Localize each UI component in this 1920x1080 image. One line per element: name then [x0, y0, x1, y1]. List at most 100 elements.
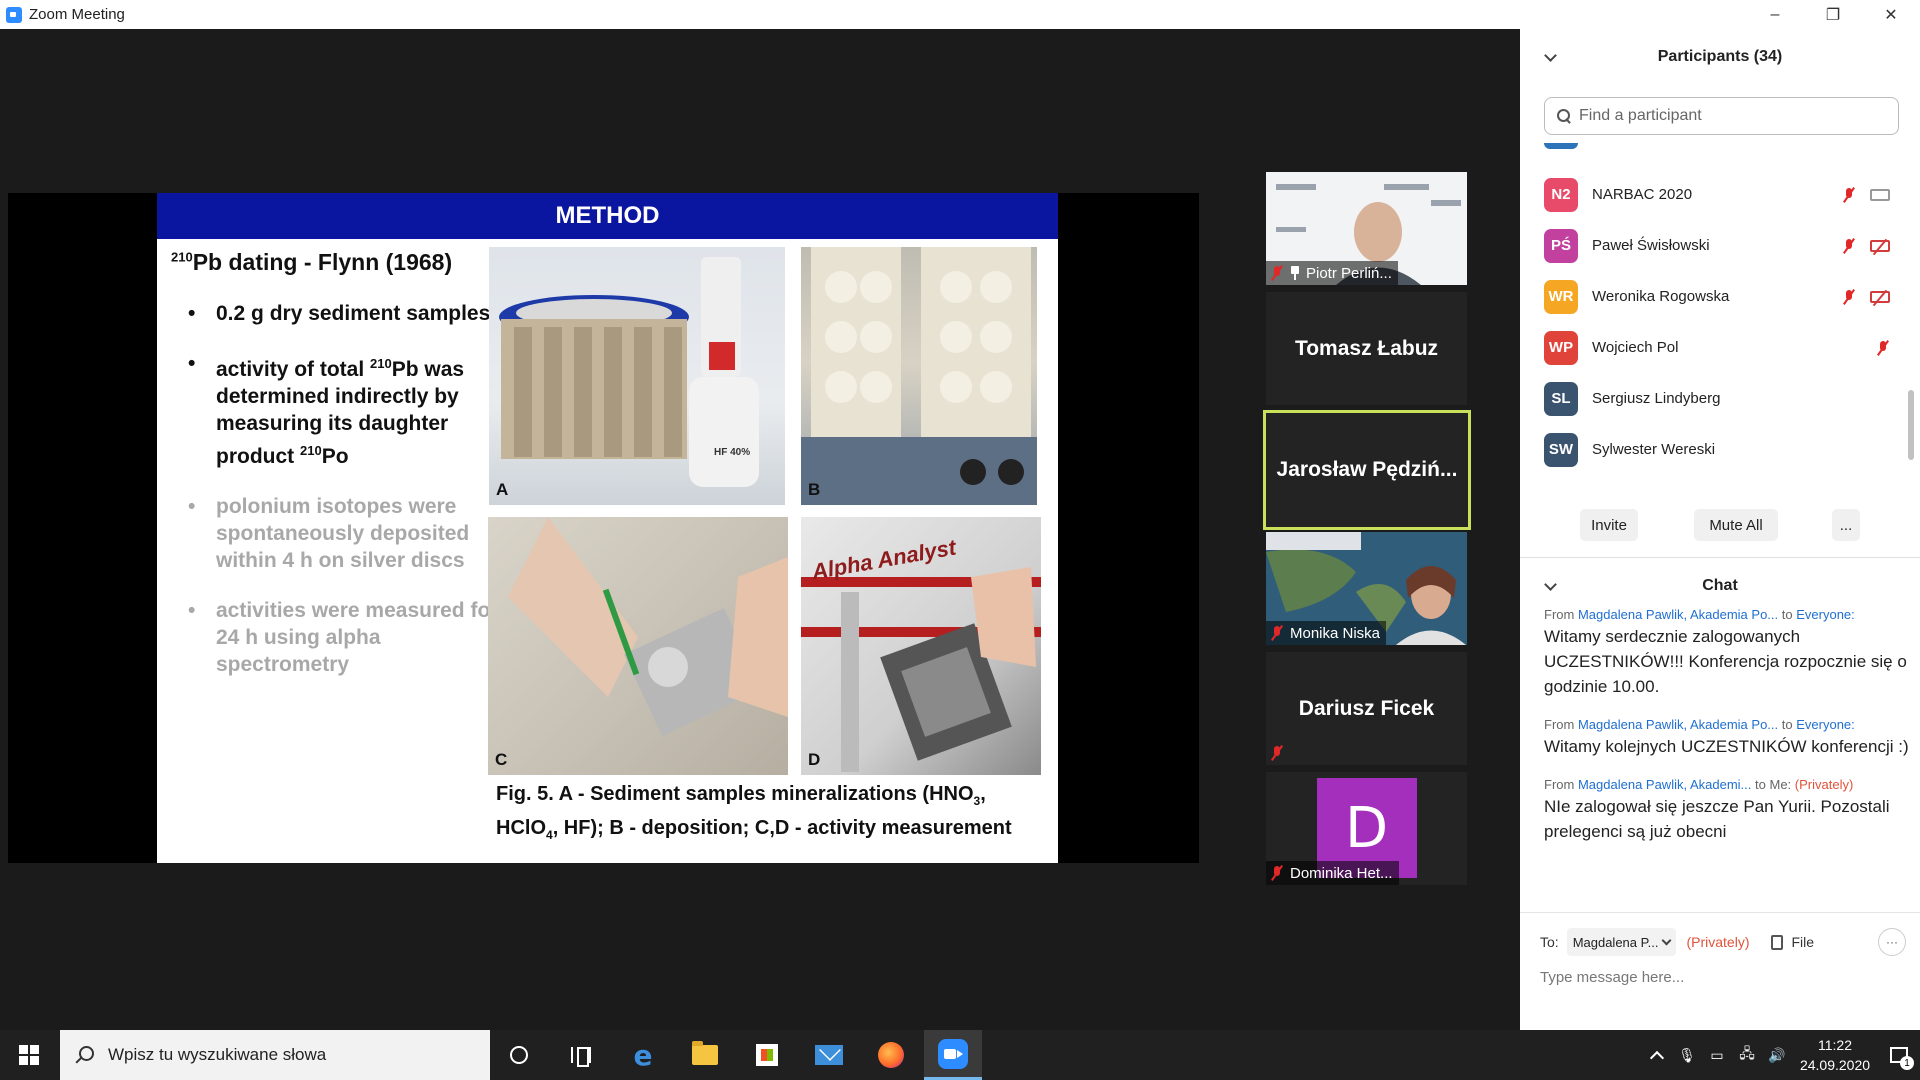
message-meta: From Magdalena Pawlik, Akademi... to Me:… [1544, 777, 1854, 792]
chat-messages: From Magdalena Pawlik, Akademia Po... to… [1544, 589, 1914, 844]
participant-name: Sergiusz Lindyberg [1592, 390, 1721, 407]
mute-all-button[interactable]: Mute All [1694, 509, 1778, 541]
participant-row[interactable]: N2 NARBAC 2020 [1520, 169, 1920, 220]
participant-search[interactable] [1544, 97, 1899, 135]
file-button[interactable]: File [1771, 934, 1814, 950]
mail-button[interactable] [800, 1030, 858, 1080]
participant-name: NARBAC 2020 [1592, 186, 1693, 203]
window-title: Zoom Meeting [29, 6, 125, 23]
video-off-icon[interactable] [1870, 290, 1890, 303]
bullet-item: activity of total 210Pb was determined i… [171, 350, 511, 470]
invite-button[interactable]: Invite [1580, 509, 1638, 541]
message-meta: From Magdalena Pawlik, Akademia Po... to… [1544, 607, 1855, 622]
title-bar: Zoom Meeting – ❐ ✕ [0, 0, 1920, 29]
taskbar-search-input[interactable] [108, 1045, 468, 1065]
chat-compose-bar: To: Magdalena P... (Privately) File ··· [1520, 924, 1920, 960]
microphone-tray-icon[interactable]: 🎙 [1672, 1030, 1702, 1080]
file-explorer-button[interactable] [676, 1030, 734, 1080]
folder-icon [692, 1041, 718, 1065]
bullet-item: activities were measured for 24 h using … [171, 597, 511, 678]
chevron-up-icon [1649, 1050, 1665, 1066]
clock-date: 24.09.2020 [1799, 1057, 1871, 1073]
chat-message-input[interactable] [1540, 969, 1900, 986]
volume-icon[interactable]: 🔊 [1762, 1030, 1792, 1080]
zoom-icon [938, 1038, 968, 1069]
participant-name: Dariusz Ficek [1298, 696, 1435, 720]
participant-name-tag: Dominika Het... [1266, 861, 1399, 885]
video-tile[interactable]: D Dominika Het... [1266, 772, 1467, 885]
participant-avatar: WP [1544, 330, 1578, 365]
action-center-button[interactable]: 1 [1878, 1030, 1920, 1080]
network-icon[interactable]: 🖧 [1732, 1030, 1762, 1080]
recipient-select[interactable]: Magdalena P... [1566, 928, 1677, 956]
mic-muted-icon [1270, 865, 1284, 881]
bullet-item: polonium isotopes were spontaneously dep… [171, 493, 511, 574]
photo-d: Alpha Analyst D [801, 517, 1041, 775]
taskbar-clock[interactable]: 11:22 24.09.2020 [1792, 1035, 1878, 1075]
video-camera-icon[interactable] [1870, 188, 1890, 201]
participant-row[interactable]: WR Weronika Rogowska [1520, 271, 1920, 322]
windows-taskbar: e 🎙 ▭ 🖧 🔊 11:22 24.09.2020 1 [0, 1030, 1920, 1080]
mic-muted-icon [1270, 625, 1284, 641]
show-hidden-icons-button[interactable] [1642, 1030, 1672, 1080]
video-tile[interactable]: Monika Niska [1266, 532, 1467, 645]
mail-icon [815, 1045, 843, 1065]
minimize-button[interactable]: – [1746, 0, 1804, 29]
participant-list: N2 NARBAC 2020 PŚ Paweł Świsłowski WR We… [1520, 169, 1920, 475]
search-icon [76, 1046, 94, 1064]
mic-muted-icon[interactable] [1842, 187, 1856, 203]
participant-row[interactable]: SW Sylwester Wereski [1520, 424, 1920, 475]
close-button[interactable]: ✕ [1862, 0, 1920, 29]
battery-icon[interactable]: ▭ [1702, 1030, 1732, 1080]
photo-label: D [808, 750, 821, 769]
participant-row[interactable]: WP Wojciech Pol [1520, 322, 1920, 373]
participant-name: Paweł Świsłowski [1592, 237, 1710, 254]
participant-row[interactable]: SL Sergiusz Lindyberg [1520, 373, 1920, 424]
store-button[interactable] [738, 1030, 796, 1080]
participants-title: Participants (34) [1657, 48, 1783, 65]
zoom-window: Zoom Meeting – ❐ ✕ METHOD 210Pb dating -… [0, 0, 1920, 1080]
file-icon [1771, 934, 1784, 950]
message-body: Witamy serdecznie zalogowanych UCZESTNIK… [1544, 627, 1907, 696]
photo-a: HF 40% A [489, 247, 785, 505]
participant-name: Tomasz Łabuz [1294, 336, 1439, 360]
participant-avatar: PŚ [1544, 228, 1578, 263]
photo-label: A [496, 480, 509, 499]
video-tile[interactable]: Dariusz Ficek [1266, 652, 1467, 765]
maximize-button[interactable]: ❐ [1804, 0, 1862, 29]
right-sidebar: Participants (34) N2 NARBAC 2020 PŚ Pawe… [1520, 29, 1920, 1030]
participant-avatar: SW [1544, 432, 1578, 467]
zoom-app-icon [6, 6, 22, 23]
presentation-slide: METHOD 210Pb dating - Flynn (1968) 0.2 g… [157, 193, 1058, 863]
video-tile[interactable]: Piotr Perliń... [1266, 172, 1467, 285]
participant-row[interactable]: PŚ Paweł Świsłowski [1520, 220, 1920, 271]
participants-scrollbar[interactable] [1908, 390, 1914, 460]
participant-name-tag: Piotr Perliń... [1266, 261, 1398, 285]
participant-search-input[interactable] [1579, 107, 1879, 125]
mic-muted-icon[interactable] [1876, 340, 1890, 356]
chevron-down-icon[interactable] [1544, 49, 1557, 62]
slide-subtitle: 210Pb dating - Flynn (1968) [171, 249, 453, 275]
mic-muted-icon [1270, 745, 1284, 761]
firefox-button[interactable] [862, 1030, 920, 1080]
video-off-icon[interactable] [1870, 239, 1890, 252]
video-tile[interactable]: Tomasz Łabuz [1266, 292, 1467, 405]
zoom-taskbar-button[interactable] [924, 1030, 982, 1080]
task-view-button[interactable] [552, 1030, 610, 1080]
chat-more-button[interactable]: ··· [1878, 928, 1906, 956]
video-tile-active-speaker[interactable]: Jarosław Pędziń... [1263, 410, 1471, 530]
taskbar-search[interactable] [60, 1030, 490, 1080]
slide-bullets: 0.2 g dry sediment samples activity of t… [171, 300, 511, 678]
more-options-button[interactable]: ... [1832, 509, 1860, 541]
shared-screen[interactable]: METHOD 210Pb dating - Flynn (1968) 0.2 g… [8, 193, 1199, 863]
start-button[interactable] [0, 1030, 58, 1080]
mic-muted-icon[interactable] [1842, 289, 1856, 305]
clock-time: 11:22 [1818, 1037, 1852, 1053]
message-body: NIe zalogował się jeszcze Pan Yurii. Poz… [1544, 797, 1890, 841]
edge-button[interactable]: e [614, 1030, 672, 1080]
store-icon [756, 1044, 778, 1066]
edge-icon: e [633, 1038, 653, 1072]
participant-name-tag: Monika Niska [1266, 621, 1387, 645]
cortana-button[interactable] [490, 1030, 548, 1080]
mic-muted-icon[interactable] [1842, 238, 1856, 254]
